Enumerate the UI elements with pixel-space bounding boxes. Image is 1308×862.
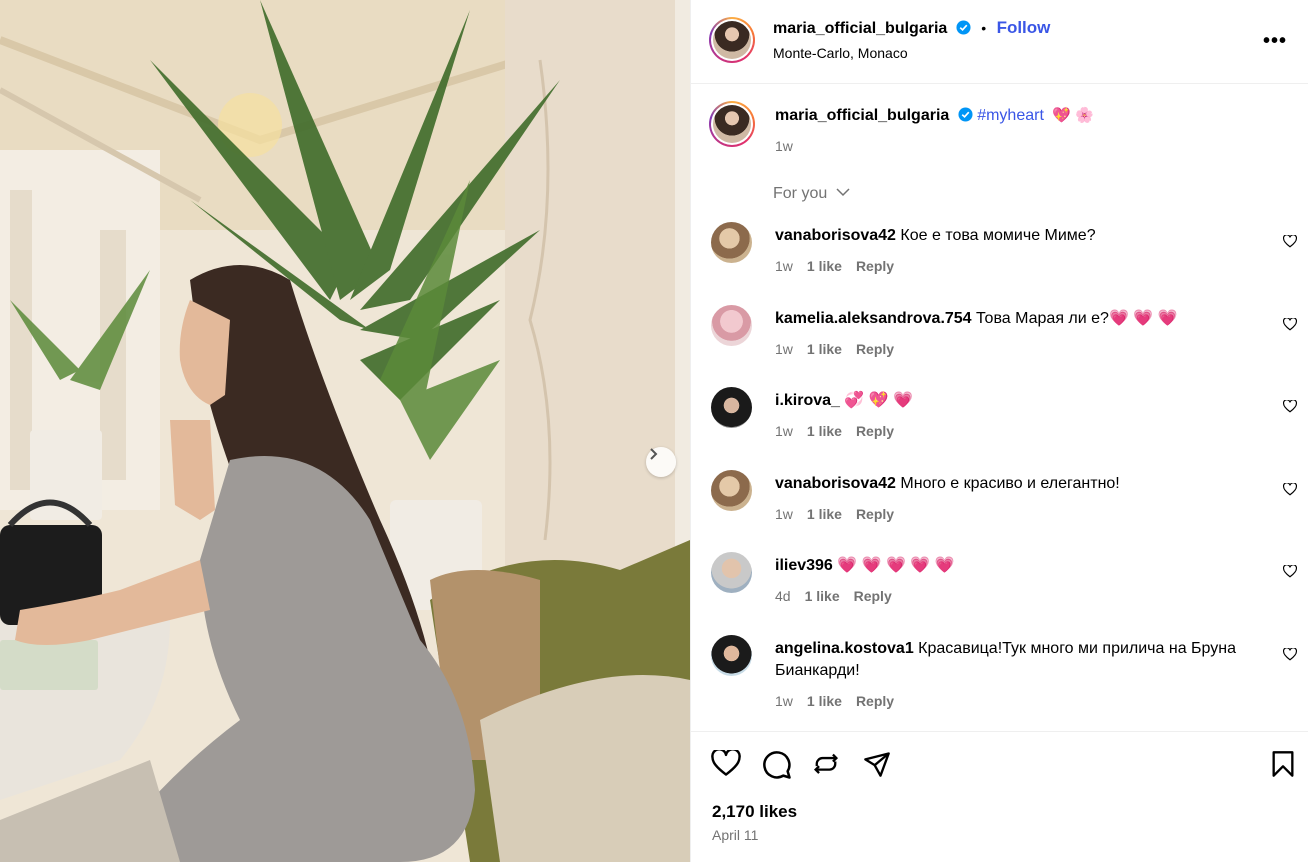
chevron-down-icon	[836, 188, 850, 197]
send-icon[interactable]	[862, 750, 892, 778]
follow-button[interactable]: Follow	[997, 18, 1051, 37]
comment-time[interactable]: 1w	[775, 258, 793, 274]
post-header: maria_official_bulgaria • Follow Monte-C…	[691, 0, 1308, 84]
repost-icon[interactable]	[812, 750, 840, 780]
commenter-avatar[interactable]	[711, 470, 752, 511]
comment-text: 💞 💖 💗	[844, 392, 914, 409]
caption-time[interactable]: 1w	[775, 138, 793, 154]
verified-badge-icon	[958, 107, 973, 127]
photo-illustration	[0, 0, 690, 862]
comment-likes[interactable]: 1 like	[807, 506, 842, 522]
reply-button[interactable]: Reply	[856, 506, 894, 522]
comment-username[interactable]: kamelia.aleksandrova.754	[775, 310, 972, 327]
comment-likes[interactable]: 1 like	[805, 588, 840, 604]
comment-like-heart-icon[interactable]	[1283, 235, 1297, 248]
comment-username[interactable]: i.kirova_	[775, 392, 840, 409]
likes-count[interactable]: 2,170 likes	[712, 802, 797, 822]
caption-hashtag[interactable]: #myheart	[977, 107, 1044, 124]
comment-like-heart-icon[interactable]	[1283, 648, 1297, 661]
caption-avatar[interactable]	[709, 101, 755, 147]
commenter-avatar[interactable]	[711, 387, 752, 428]
reply-button[interactable]: Reply	[856, 423, 894, 439]
comment-sort-dropdown[interactable]: For you	[773, 185, 850, 203]
comment-time[interactable]: 4d	[775, 588, 791, 604]
comment-username[interactable]: vanaborisova42	[775, 227, 896, 244]
post-location[interactable]: Monte-Carlo, Monaco	[773, 45, 908, 61]
post-actions: 2,170 likes April 11	[691, 731, 1308, 862]
verified-badge-icon	[956, 20, 971, 40]
caption-username[interactable]: maria_official_bulgaria	[775, 107, 949, 124]
comment-text: Кое е това момиче Миме?	[900, 227, 1096, 244]
comment-text: Много е красиво и елегантно!	[900, 475, 1120, 492]
comment-time[interactable]: 1w	[775, 423, 793, 439]
comment-like-heart-icon[interactable]	[1283, 483, 1297, 496]
comment-time[interactable]: 1w	[775, 341, 793, 357]
comment-time[interactable]: 1w	[775, 506, 793, 522]
author-username[interactable]: maria_official_bulgaria	[773, 20, 947, 37]
next-photo-button[interactable]	[646, 447, 676, 477]
more-options-icon[interactable]: •••	[1263, 30, 1287, 53]
comment-likes[interactable]: 1 like	[807, 258, 842, 274]
commenter-avatar[interactable]	[711, 635, 752, 676]
comment-like-heart-icon[interactable]	[1283, 400, 1297, 413]
commenter-avatar[interactable]	[711, 222, 752, 263]
separator-dot: •	[981, 20, 987, 36]
heart-icon[interactable]	[711, 750, 741, 777]
commenter-avatar[interactable]	[711, 552, 752, 593]
post-date[interactable]: April 11	[712, 827, 758, 843]
comment-time[interactable]: 1w	[775, 693, 793, 709]
post-photo[interactable]	[0, 0, 690, 862]
comment-sort-label: For you	[773, 185, 828, 202]
comment-likes[interactable]: 1 like	[807, 693, 842, 709]
comment-text: 💗 💗 💗 💗 💗	[837, 557, 955, 574]
commenter-avatar[interactable]	[711, 305, 752, 346]
comment-bubble-icon[interactable]	[762, 750, 792, 780]
caption-emoji: 💖 🌸	[1052, 107, 1094, 124]
comment-likes[interactable]: 1 like	[807, 341, 842, 357]
comment-like-heart-icon[interactable]	[1283, 565, 1297, 578]
reply-button[interactable]: Reply	[856, 341, 894, 357]
comment-username[interactable]: vanaborisova42	[775, 475, 896, 492]
comment-username[interactable]: iliev396	[775, 557, 833, 574]
comment-likes[interactable]: 1 like	[807, 423, 842, 439]
reply-button[interactable]: Reply	[856, 258, 894, 274]
post-panel: maria_official_bulgaria • Follow Monte-C…	[690, 0, 1308, 862]
bookmark-icon[interactable]	[1270, 750, 1296, 778]
chevron-right-icon	[650, 448, 658, 460]
author-avatar[interactable]	[709, 17, 755, 63]
reply-button[interactable]: Reply	[856, 693, 894, 709]
reply-button[interactable]: Reply	[854, 588, 892, 604]
comment-text: Това Марая ли е?💗 💗 💗	[976, 310, 1178, 327]
comment-like-heart-icon[interactable]	[1283, 318, 1297, 331]
comment-username[interactable]: angelina.kostova1	[775, 640, 914, 657]
